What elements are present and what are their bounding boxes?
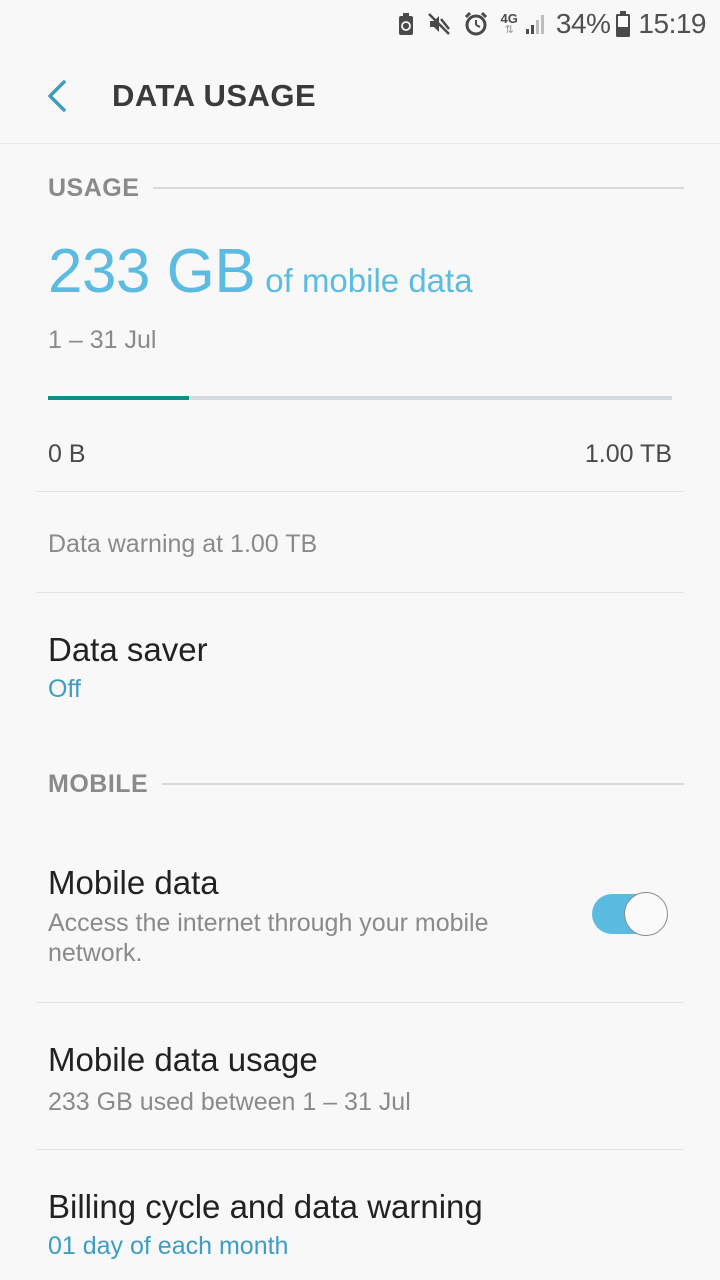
billing-cycle-description: 01 day of each month <box>48 1232 289 1260</box>
usage-section-header: USAGE <box>48 168 684 208</box>
status-bar: 4G ⇅ 34% 15:19 <box>0 0 720 48</box>
battery-icon <box>616 11 631 37</box>
usage-summary: 233 GB of mobile data <box>48 236 473 307</box>
network-type-icon: 4G ⇅ <box>500 11 518 36</box>
billing-cycle-item[interactable]: Billing cycle and data warning 01 day of… <box>0 1150 720 1280</box>
battery-saver-icon <box>397 12 415 36</box>
section-divider <box>162 783 684 785</box>
data-saver-item[interactable]: Data saver Off <box>0 593 720 743</box>
usage-range-min: 0 B <box>48 440 86 468</box>
usage-amount: 233 GB <box>48 237 256 306</box>
mute-icon <box>427 12 451 36</box>
battery-percent: 34% <box>555 8 611 39</box>
clock: 15:19 <box>638 8 706 39</box>
usage-progress-bar <box>48 396 672 400</box>
data-saver-title: Data saver <box>48 631 208 668</box>
usage-range-max: 1.00 TB <box>584 440 672 468</box>
section-divider <box>153 187 684 189</box>
mobile-data-title: Mobile data <box>48 864 219 901</box>
signal-icon <box>524 12 548 36</box>
usage-progress-fill <box>48 396 190 400</box>
mobile-data-usage-item[interactable]: Mobile data usage 233 GB used between 1 … <box>0 1003 720 1149</box>
usage-period: 1 – 31 Jul <box>48 326 157 354</box>
chevron-left-icon <box>48 80 66 112</box>
data-usage-screen: 4G ⇅ 34% 15:19 DATA USAGE USAGE 233 GB o… <box>0 0 720 1280</box>
mobile-data-usage-description: 233 GB used between 1 – 31 Jul <box>48 1088 411 1116</box>
section-label: USAGE <box>48 173 140 202</box>
mobile-data-description: Access the internet through your mobile … <box>48 909 489 967</box>
section-label: MOBILE <box>48 769 149 798</box>
back-button[interactable] <box>30 68 86 124</box>
app-bar: DATA USAGE <box>0 48 720 144</box>
billing-cycle-title: Billing cycle and data warning <box>48 1188 483 1225</box>
data-saver-status: Off <box>48 675 81 703</box>
divider <box>36 491 684 492</box>
toggle-knob <box>624 892 668 936</box>
mobile-section-header: MOBILE <box>48 764 684 804</box>
page-title: DATA USAGE <box>112 78 317 113</box>
mobile-data-usage-title: Mobile data usage <box>48 1041 318 1078</box>
mobile-data-toggle[interactable] <box>592 892 668 936</box>
usage-amount-suffix: of mobile data <box>265 262 473 299</box>
data-warning-text: Data warning at 1.00 TB <box>48 530 318 558</box>
alarm-icon <box>463 11 489 37</box>
